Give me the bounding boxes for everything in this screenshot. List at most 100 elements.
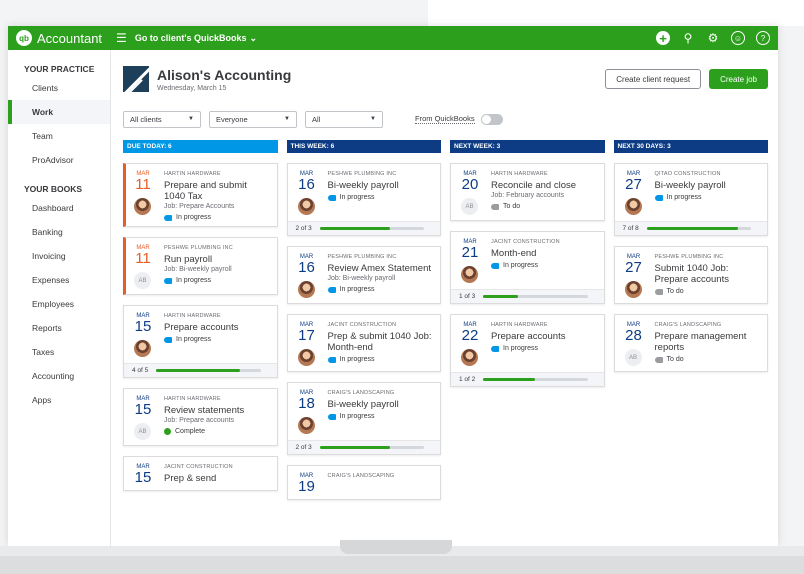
task-title[interactable]: Prepare and submit 1040 Tax [164,180,271,202]
client-name: HARTIN HARDWARE [491,322,548,328]
task-title[interactable]: Prep & send [164,473,271,484]
status-indicator: To do [654,356,762,363]
sidebar-item-expenses[interactable]: Expenses [8,268,110,292]
avatar [624,198,642,215]
status-icon [327,356,336,363]
task-title[interactable]: Submit 1040 Job: Prepare accounts [655,263,762,285]
clients-select[interactable]: All clients ▼ [123,110,201,128]
task-card[interactable]: MAR 20 AB HARTIN HARDWARE Reconcile and clos… [450,163,605,221]
due-date: MAR 11 [132,171,154,221]
sidebar-item-taxes[interactable]: Taxes [8,340,110,364]
sidebar-item-clients[interactable]: Clients [8,76,110,100]
goto-client-quickbooks[interactable]: Go to client's QuickBooks ⌄ [135,33,257,44]
avatar [134,340,151,357]
from-quickbooks-toggle[interactable] [480,113,503,125]
task-card[interactable]: MAR 16 PESHWE PLUMBING INC Review Amex Stat… [286,246,441,304]
status-label: To do [503,203,521,210]
task-card[interactable]: MAR 27 PESHWE PLUMBING INC Submit 1040 Job:… [613,246,768,304]
gear-icon[interactable]: ⚙ [706,31,720,45]
scroll-handle[interactable] [340,540,452,554]
avatar [461,349,478,366]
sidebar-item-reports[interactable]: Reports [8,316,110,340]
sidebar-item-apps[interactable]: Apps [8,388,110,412]
task-title[interactable]: Review statements [164,405,271,416]
status-label: In progress [339,286,375,293]
client-name: CRAIG'S LANDSCAPING [654,322,722,328]
status-icon [654,288,663,295]
job-name: Job: February accounts [491,192,565,199]
card-row: MAR 17 JACINT CONSTRUCTION Prep & submit 10… [296,322,435,366]
sidebar-item-banking[interactable]: Banking [8,220,110,244]
task-title[interactable]: Reconcile and close [491,180,598,191]
status-icon [164,277,172,284]
menu-icon[interactable]: ☰ [116,31,127,45]
task-card[interactable]: MAR 22 HARTIN HARDWARE Prepare accounts In p… [450,314,605,387]
board-column: THIS WEEK: 6 MAR 16 PESHWE PLUMBING INC Bi-w… [286,140,441,500]
sidebar-item-work[interactable]: Work [8,100,110,124]
sidebar-item-employees[interactable]: Employees [8,292,110,316]
status-icon [327,286,336,293]
task-card[interactable]: MAR 18 CRAIG'S LANDSCAPING Bi-weekly payrol… [286,382,441,455]
status-icon [491,203,499,210]
task-card[interactable]: MAR 11 AB PESHWE PLUMBING INC Run payroll Job… [123,237,278,295]
due-date: MAR 22 [459,322,481,366]
task-card[interactable]: MAR 15 AB HARTIN HARDWARE Review statements J… [123,388,278,446]
avatar: AB [461,198,478,215]
task-title[interactable]: Prepare accounts [164,322,271,333]
account-icon[interactable]: ☺ [731,31,745,45]
task-title[interactable]: Review Amex Statement [328,263,435,274]
task-card[interactable]: MAR 15 HARTIN HARDWARE Prepare accounts In p… [123,305,278,378]
task-title[interactable]: Prep & submit 1040 Job: Month-end [328,331,435,353]
task-title[interactable]: Bi-weekly payroll [328,180,435,191]
task-title[interactable]: Bi-weekly payroll [328,399,435,410]
assignee-select[interactable]: Everyone ▼ [209,110,297,128]
status-select[interactable]: All ▼ [305,110,383,128]
task-card[interactable]: MAR 19 CRAIG'S LANDSCAPING [286,465,441,500]
status-indicator: In progress [327,194,435,201]
card-row: MAR 16 PESHWE PLUMBING INC Review Amex Stat… [296,254,435,298]
progress-track [319,446,424,449]
task-title[interactable]: Bi-weekly payroll [655,180,762,191]
goto-label: Go to client's QuickBooks [134,33,247,43]
create-client-request-button[interactable]: Create client request [605,69,702,89]
task-title[interactable]: Month-end [491,248,598,259]
status-indicator: In progress [327,356,435,363]
column-heading: NEXT 30 DAYS: 3 [613,140,768,153]
app-logo[interactable]: qb Accountant [16,30,102,46]
status-select-value: All [312,114,321,124]
client-name: JACINT CONSTRUCTION [491,239,560,245]
progress-fill [156,369,240,372]
task-card[interactable]: MAR 21 JACINT CONSTRUCTION Month-end In prog… [450,231,605,304]
task-card[interactable]: MAR 16 PESHWE PLUMBING INC Bi-weekly payrol… [286,163,441,236]
sidebar-item-proadvisor[interactable]: ProAdvisor [8,148,110,172]
sidebar-item-dashboard[interactable]: Dashboard [8,196,110,220]
status-label: In progress [176,214,212,221]
task-card[interactable]: MAR 11 HARTIN HARDWARE Prepare and submit 1… [123,163,278,227]
status-label: In progress [503,345,539,352]
main-content: Alison's Accounting Wednesday, March 15 … [111,50,778,546]
progress-bar: 2 of 3 [287,221,440,235]
help-icon[interactable]: ? [756,31,770,45]
search-icon[interactable]: ⚲ [681,31,695,45]
task-card[interactable]: MAR 28 AB CRAIG'S LANDSCAPING Prepare manage… [613,314,768,372]
status-icon [654,194,663,201]
sidebar-item-team[interactable]: Team [8,124,110,148]
task-card[interactable]: MAR 15 JACINT CONSTRUCTION Prep & send [123,456,278,491]
sidebar-item-invoicing[interactable]: Invoicing [8,244,110,268]
column-heading: THIS WEEK: 6 [286,140,441,153]
card-info: PESHWE PLUMBING INC Submit 1040 Job: Prep… [654,254,762,298]
sidebar-item-accounting[interactable]: Accounting [8,364,110,388]
task-title[interactable]: Prepare accounts [491,331,598,342]
task-card[interactable]: MAR 27 QITAO CONSTRUCTION Bi-weekly payroll… [613,163,768,236]
status-indicator: In progress [327,286,435,293]
task-title[interactable]: Prepare management reports [655,331,762,353]
card-row: MAR 18 CRAIG'S LANDSCAPING Bi-weekly payrol… [296,390,435,434]
client-name: CRAIG'S LANDSCAPING [327,390,395,396]
status-icon [654,356,663,363]
status-indicator: In progress [164,277,271,284]
filter-bar: All clients ▼ Everyone ▼ All ▼ From QuickBo… [123,110,768,128]
create-job-button[interactable]: Create job [709,69,768,89]
task-title[interactable]: Run payroll [164,254,271,265]
plus-icon[interactable]: + [656,31,670,46]
task-card[interactable]: MAR 17 JACINT CONSTRUCTION Prep & submit 10… [286,314,441,372]
